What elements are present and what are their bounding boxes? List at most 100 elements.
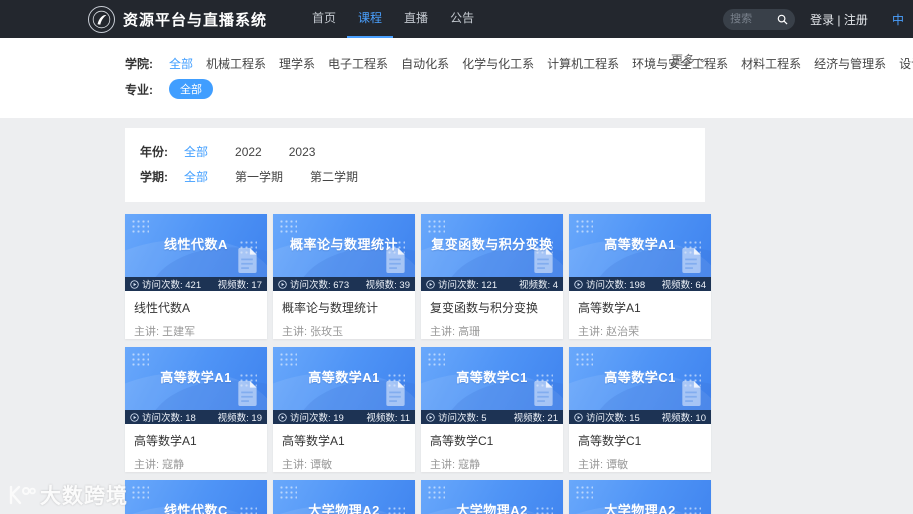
course-info: 高等数学C1 主讲: 寇静 xyxy=(421,424,563,472)
course-card[interactable]: 高等数学A1 访问次数: 18 视频数: 19 高等数学A1 主讲: 寇静 xyxy=(125,347,267,472)
course-banner-title: 线性代数A xyxy=(164,237,228,252)
course-info: 高等数学A1 主讲: 赵治荣 xyxy=(569,291,711,339)
login-register-link[interactable]: 登录 | 注册 xyxy=(810,11,868,28)
visits-stat: 访问次数: 673 xyxy=(290,280,350,291)
course-banner-title: 高等数学A1 xyxy=(604,237,676,252)
filter-option[interactable]: 电子工程系 xyxy=(328,55,388,72)
course-teacher: 主讲: 寇静 xyxy=(134,459,185,471)
course-card[interactable]: 高等数学C1 访问次数: 5 视频数: 21 高等数学C1 主讲: 寇静 xyxy=(421,347,563,472)
course-card[interactable]: 高等数学C1 访问次数: 15 视频数: 10 高等数学C1 主讲: 谭敏 xyxy=(569,347,711,472)
course-banner: 大学物理A2 xyxy=(421,480,563,514)
nav-item[interactable]: 直播 xyxy=(393,0,439,38)
dots-decoration xyxy=(427,485,445,499)
filter-option[interactable]: 机械工程系 xyxy=(206,55,266,72)
nav-item[interactable]: 公告 xyxy=(439,0,485,38)
course-banner-title: 大学物理A2 xyxy=(604,503,676,514)
course-card[interactable]: 高等数学A1 访问次数: 198 视频数: 64 高等数学A1 主讲: 赵治荣 xyxy=(569,214,711,339)
course-banner-title: 线性代数C xyxy=(164,503,228,514)
course-grid: 线性代数A 访问次数: 421 视频数: 17 线性代数A 主讲: 王建军 概率… xyxy=(125,214,711,514)
year-options: 全部 2022 2023 xyxy=(184,143,315,160)
filter-option[interactable]: 经济与管理系 xyxy=(814,55,886,72)
major-options: 全部 xyxy=(169,79,213,99)
course-card[interactable]: 大学物理A2 xyxy=(421,480,563,514)
course-banner: 概率论与数理统计 xyxy=(273,214,415,277)
filter-option[interactable]: 自动化系 xyxy=(401,55,449,72)
visits-stat: 访问次数: 18 xyxy=(142,413,196,424)
topbar: 资源平台与直播系统 首页课程直播公告 登录 | 注册 中 xyxy=(0,0,913,38)
visits-stat: 访问次数: 198 xyxy=(586,280,646,291)
chevron-down-icon xyxy=(698,56,707,63)
filter-option[interactable]: 全部 xyxy=(184,168,208,185)
course-card[interactable]: 线性代数C xyxy=(125,480,267,514)
filter-option[interactable]: 全部 xyxy=(169,55,193,72)
course-banner: 高等数学A1 xyxy=(125,347,267,410)
nav-item[interactable]: 课程 xyxy=(347,0,394,38)
filter-option[interactable]: 第二学期 xyxy=(310,168,358,185)
filter-option[interactable]: 第一学期 xyxy=(235,168,283,185)
play-icon xyxy=(574,412,583,422)
course-name: 高等数学A1 xyxy=(578,301,641,315)
search-box[interactable] xyxy=(723,8,796,30)
play-icon xyxy=(426,279,435,289)
semester-filter-label: 学期: xyxy=(140,170,168,184)
course-teacher: 主讲: 赵治荣 xyxy=(578,326,640,338)
filter-option[interactable]: 材料工程系 xyxy=(741,55,801,72)
nav-item[interactable]: 首页 xyxy=(301,0,347,38)
course-banner-title: 大学物理A2 xyxy=(308,503,380,514)
filter-option[interactable]: 理学系 xyxy=(279,55,315,72)
watermark-logo-icon xyxy=(6,484,36,506)
search-icon[interactable] xyxy=(777,14,788,25)
play-icon xyxy=(278,412,287,422)
filter-option[interactable]: 计算机工程系 xyxy=(547,55,619,72)
major-filter-label: 专业: xyxy=(125,82,153,97)
course-card[interactable]: 概率论与数理统计 访问次数: 673 视频数: 39 概率论与数理统计 主讲: … xyxy=(273,214,415,339)
filter-option[interactable]: 2022 xyxy=(235,145,262,159)
dots-decoration xyxy=(131,219,149,233)
videos-stat: 视频数: 39 xyxy=(365,280,410,291)
filter-option[interactable]: 全部 xyxy=(184,143,208,160)
course-banner-title: 概率论与数理统计 xyxy=(289,237,398,252)
course-teacher: 主讲: 谭敏 xyxy=(578,459,629,471)
videos-stat: 视频数: 64 xyxy=(661,280,706,291)
course-card[interactable]: 线性代数A 访问次数: 421 视频数: 17 线性代数A 主讲: 王建军 xyxy=(125,214,267,339)
course-card[interactable]: 复变函数与积分变换 访问次数: 121 视频数: 4 复变函数与积分变换 主讲:… xyxy=(421,214,563,339)
more-button[interactable]: 更多 xyxy=(671,51,707,68)
course-name: 高等数学C1 xyxy=(430,434,494,448)
videos-stat: 视频数: 17 xyxy=(217,280,262,291)
course-banner: 高等数学C1 xyxy=(421,347,563,410)
language-switch[interactable]: 中 xyxy=(892,11,904,28)
course-teacher: 主讲: 高珊 xyxy=(430,326,481,338)
search-input[interactable] xyxy=(730,13,778,25)
filter-option[interactable]: 全部 xyxy=(169,79,213,99)
year-filter-row: 年份: 全部 2022 2023 xyxy=(140,143,705,160)
course-name: 概率论与数理统计 xyxy=(282,301,379,315)
course-info: 线性代数A 主讲: 王建军 xyxy=(125,291,267,339)
course-info: 复变函数与积分变换 主讲: 高珊 xyxy=(421,291,563,339)
visits-stat: 访问次数: 421 xyxy=(142,280,202,291)
filter-option[interactable]: 化学与化工系 xyxy=(462,55,534,72)
course-teacher: 主讲: 寇静 xyxy=(430,459,481,471)
course-banner: 高等数学C1 xyxy=(569,347,711,410)
course-card[interactable]: 高等数学A1 访问次数: 19 视频数: 11 高等数学A1 主讲: 谭敏 xyxy=(273,347,415,472)
videos-stat: 视频数: 21 xyxy=(513,413,558,424)
course-teacher: 主讲: 谭敏 xyxy=(282,459,333,471)
course-card[interactable]: 大学物理A2 xyxy=(273,480,415,514)
course-banner-title: 复变函数与积分变换 xyxy=(431,237,553,252)
watermark: 大数跨境 xyxy=(6,480,128,510)
filter-option[interactable]: 2023 xyxy=(289,145,316,159)
course-banner: 大学物理A2 xyxy=(273,480,415,514)
dots-decoration xyxy=(575,485,593,499)
course-banner: 复变函数与积分变换 xyxy=(421,214,563,277)
course-statbar: 访问次数: 421 视频数: 17 xyxy=(125,277,267,291)
course-banner: 线性代数C xyxy=(125,480,267,514)
course-card[interactable]: 大学物理A2 xyxy=(569,480,711,514)
filter-option[interactable]: 设计艺术系 xyxy=(899,55,913,72)
videos-stat: 视频数: 10 xyxy=(661,413,706,424)
play-icon xyxy=(278,279,287,289)
main-nav: 首页 课程 直播 公告 xyxy=(301,0,485,38)
site-title: 资源平台与直播系统 xyxy=(123,11,268,29)
course-statbar: 访问次数: 121 视频数: 4 xyxy=(421,277,563,291)
videos-stat: 视频数: 19 xyxy=(217,413,262,424)
course-banner-title: 高等数学C1 xyxy=(604,370,676,385)
play-icon xyxy=(130,279,139,289)
